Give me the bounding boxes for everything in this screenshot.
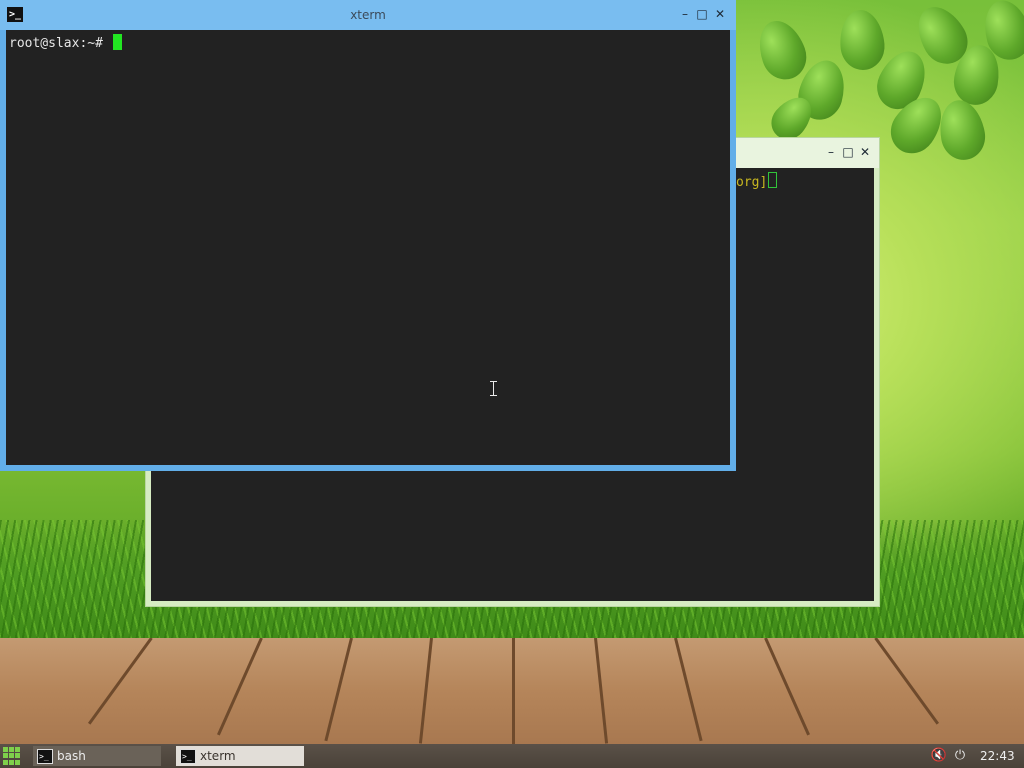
- maximize-icon[interactable]: □: [694, 6, 710, 22]
- close-icon[interactable]: ✕: [712, 6, 728, 22]
- terminal-icon: >_: [180, 749, 196, 764]
- shell-prompt: root@slax:~#: [9, 36, 111, 51]
- taskbar-item-label: bash: [57, 749, 86, 763]
- taskbar-item-bash[interactable]: >_ bash: [33, 746, 161, 766]
- taskbar: >_ bash >_ xterm 🔇 ⏻ 22:43: [0, 744, 1024, 768]
- text-cursor: [112, 34, 122, 50]
- xterm-titlebar[interactable]: >_ xterm – □ ✕: [0, 0, 736, 30]
- minimize-icon[interactable]: –: [823, 144, 839, 160]
- app-menu-icon[interactable]: [3, 747, 21, 765]
- back-prompt-fragment: org]: [736, 175, 768, 190]
- clock[interactable]: 22:43: [980, 746, 1015, 766]
- back-terminal-text: org]: [736, 172, 778, 190]
- hollow-cursor: [768, 172, 778, 188]
- close-icon[interactable]: ✕: [857, 144, 873, 160]
- maximize-icon[interactable]: □: [840, 144, 856, 160]
- taskbar-item-xterm[interactable]: >_ xterm: [176, 746, 304, 766]
- power-icon[interactable]: ⏻: [951, 746, 969, 766]
- terminal-area[interactable]: root@slax:~#: [6, 30, 730, 465]
- terminal-line: root@slax:~#: [9, 34, 122, 51]
- minimize-icon[interactable]: –: [677, 6, 693, 22]
- taskbar-item-label: xterm: [200, 749, 236, 763]
- wood-floor-decoration: [0, 638, 1024, 744]
- ibeam-cursor-icon: [489, 381, 498, 396]
- xterm-window[interactable]: >_ xterm – □ ✕ root@slax:~#: [0, 0, 736, 471]
- volume-muted-icon[interactable]: 🔇: [930, 746, 948, 766]
- window-title: xterm: [350, 8, 386, 22]
- terminal-icon: >_: [37, 749, 53, 764]
